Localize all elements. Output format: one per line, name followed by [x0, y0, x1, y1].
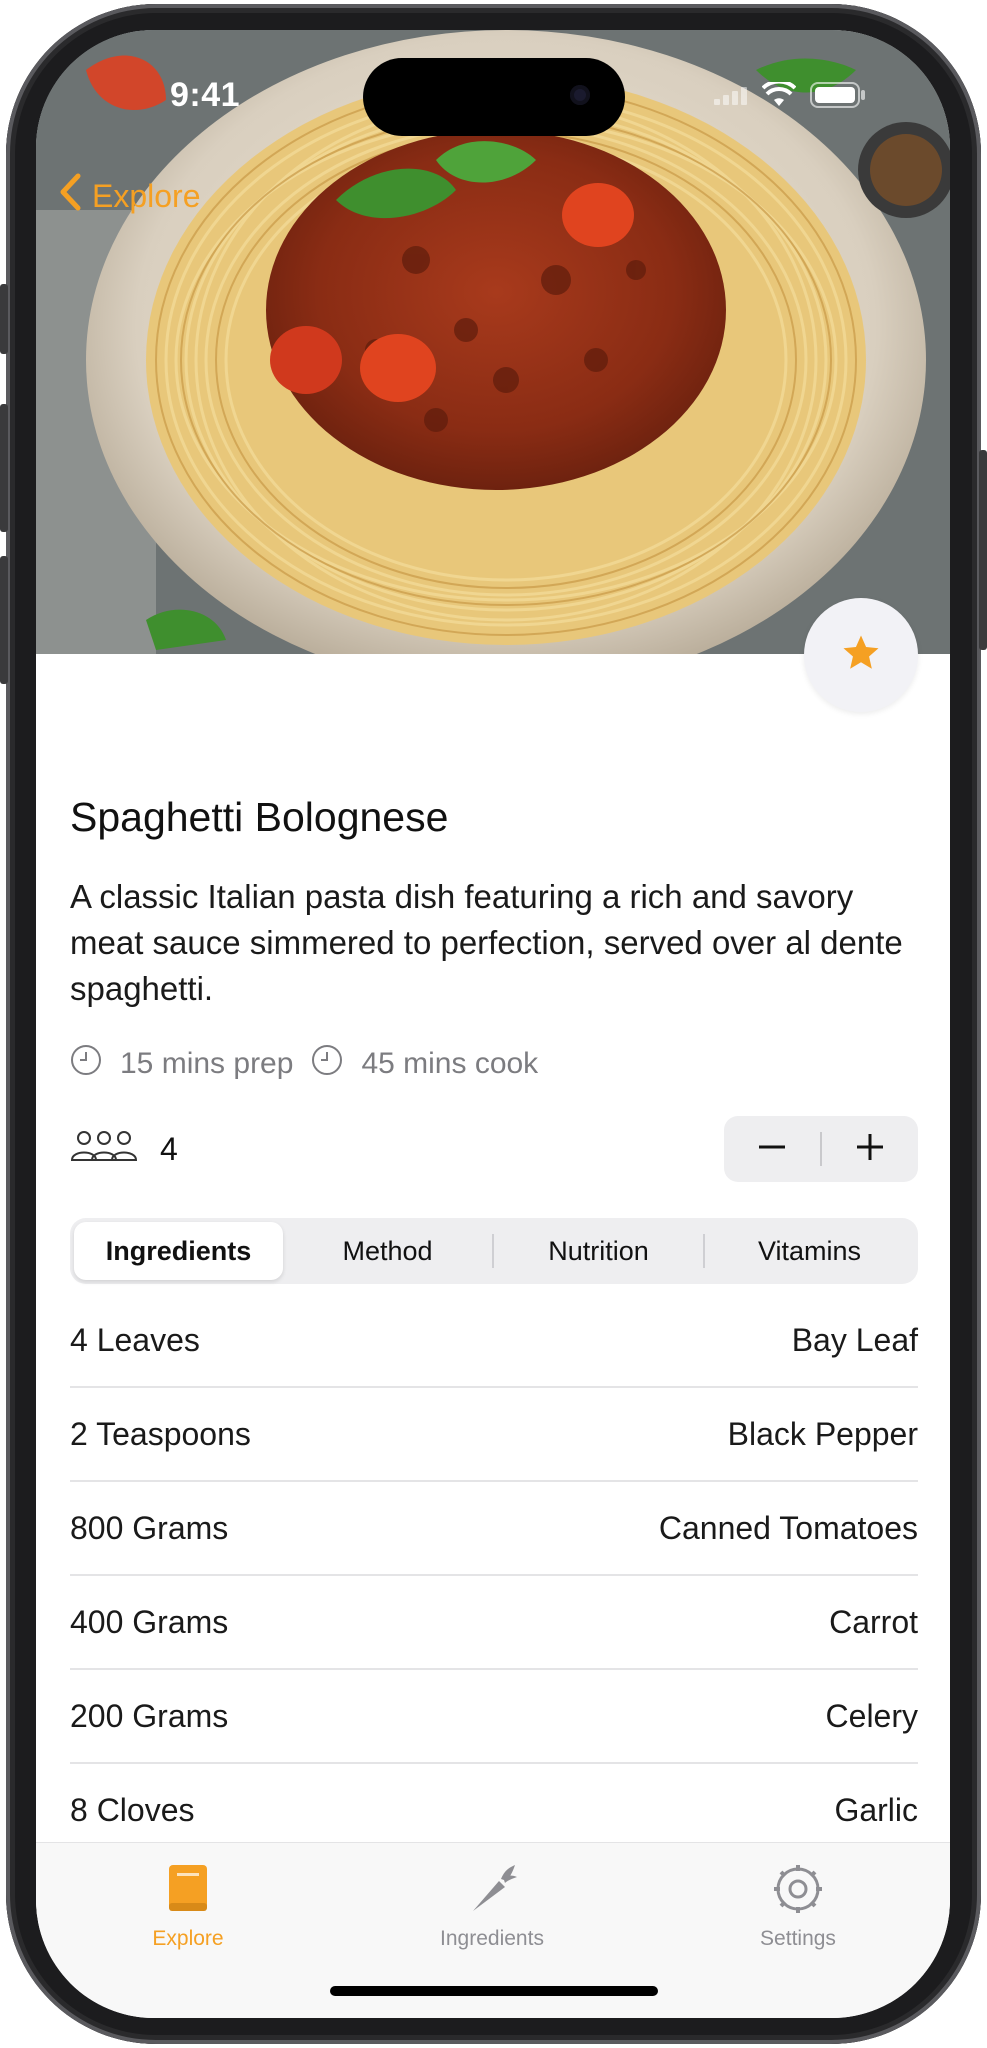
action-button	[0, 284, 8, 354]
ingredient-name: Celery	[825, 1697, 918, 1734]
star-icon	[840, 632, 882, 679]
status-time: 9:41	[170, 76, 241, 114]
ingredient-amount: 200 Grams	[70, 1697, 229, 1734]
clock-icon	[70, 1044, 102, 1084]
ingredient-name: Black Pepper	[727, 1415, 918, 1452]
increment-button[interactable]	[822, 1116, 918, 1182]
chevron-left-icon	[58, 172, 82, 220]
segmented-control: Ingredients Method Nutrition Vitamins	[70, 1218, 918, 1284]
wifi-icon	[761, 79, 797, 113]
prep-time-label: 15 mins prep	[120, 1047, 294, 1080]
list-item: 400 Grams Carrot	[70, 1576, 918, 1670]
battery-icon	[810, 82, 866, 113]
tab-settings[interactable]: Settings	[718, 1863, 878, 1951]
power-button	[979, 450, 987, 650]
tab-explore-label: Explore	[152, 1927, 224, 1950]
segment-method[interactable]: Method	[283, 1222, 492, 1280]
ingredient-amount: 800 Grams	[70, 1509, 229, 1546]
book-icon	[165, 1863, 211, 1921]
ingredient-name: Canned Tomatoes	[658, 1509, 918, 1546]
signal-icon	[714, 85, 748, 110]
cook-time-label: 45 mins cook	[361, 1047, 539, 1080]
ingredient-name: Bay Leaf	[791, 1321, 918, 1358]
ingredient-amount: 4 Leaves	[70, 1321, 200, 1358]
screen: 9:41 Explore Spaghetti Bolognese A class…	[36, 30, 950, 2018]
status-indicators	[714, 79, 866, 113]
camera-icon	[570, 85, 590, 105]
ingredients-list: 4 Leaves Bay Leaf 2 Teaspoons Black Pepp…	[70, 1294, 918, 1858]
clock-icon	[311, 1044, 343, 1084]
minus-icon	[757, 1132, 787, 1167]
decrement-button[interactable]	[724, 1116, 820, 1182]
people-icon	[70, 1128, 138, 1170]
volume-down-button	[0, 556, 8, 684]
segment-ingredients[interactable]: Ingredients	[74, 1222, 283, 1280]
recipe-times: 15 mins prep 45 mins cook	[70, 1044, 556, 1084]
segment-vitamins[interactable]: Vitamins	[705, 1222, 914, 1280]
ingredient-name: Carrot	[829, 1603, 918, 1640]
back-button[interactable]: Explore	[58, 172, 201, 220]
ingredient-amount: 2 Teaspoons	[70, 1415, 251, 1452]
home-indicator[interactable]	[330, 1986, 658, 1996]
segment-nutrition[interactable]: Nutrition	[494, 1222, 703, 1280]
plus-icon	[855, 1132, 885, 1167]
tab-ingredients[interactable]: Ingredients	[412, 1863, 572, 1951]
back-label: Explore	[92, 177, 201, 214]
list-item: 2 Teaspoons Black Pepper	[70, 1388, 918, 1482]
carrot-icon	[465, 1863, 519, 1921]
ingredient-amount: 8 Cloves	[70, 1791, 195, 1828]
list-item: 4 Leaves Bay Leaf	[70, 1294, 918, 1388]
ingredient-amount: 400 Grams	[70, 1603, 229, 1640]
tab-settings-label: Settings	[760, 1927, 836, 1950]
ingredient-name: Garlic	[834, 1791, 918, 1828]
prep-time: 15 mins prep	[70, 1044, 293, 1084]
list-item: 800 Grams Canned Tomatoes	[70, 1482, 918, 1576]
servings: 4	[70, 1128, 178, 1170]
gear-icon	[772, 1863, 824, 1921]
servings-count: 4	[160, 1130, 178, 1167]
cook-time: 45 mins cook	[311, 1044, 538, 1084]
tab-ingredients-label: Ingredients	[440, 1927, 544, 1950]
recipe-title: Spaghetti Bolognese	[70, 794, 449, 840]
recipe-description: A classic Italian pasta dish featuring a…	[70, 878, 903, 1007]
list-item: 200 Grams Celery	[70, 1670, 918, 1764]
tab-explore[interactable]: Explore	[108, 1863, 268, 1951]
favorite-button[interactable]	[804, 598, 918, 712]
servings-stepper[interactable]	[724, 1116, 918, 1182]
volume-up-button	[0, 404, 8, 532]
